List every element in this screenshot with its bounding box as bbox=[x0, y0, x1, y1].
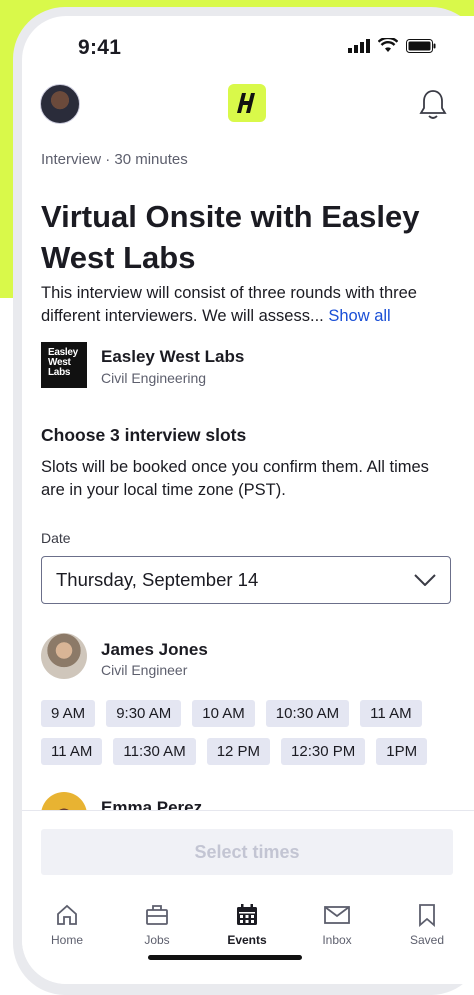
tab-label: Inbox bbox=[322, 933, 352, 947]
bell-icon bbox=[419, 90, 447, 119]
tab-events[interactable]: Events bbox=[202, 903, 292, 947]
company-logo: Easley West Labs bbox=[41, 342, 87, 388]
page-title: Virtual Onsite with Easley West Labs bbox=[41, 199, 420, 275]
chevron-down-icon bbox=[414, 574, 436, 586]
date-label: Date bbox=[41, 530, 71, 546]
slots-heading: Choose 3 interview slots bbox=[41, 425, 247, 445]
app-logo bbox=[228, 84, 266, 122]
briefcase-icon bbox=[146, 905, 168, 925]
tab-jobs[interactable]: Jobs bbox=[112, 903, 202, 947]
profile-avatar[interactable] bbox=[40, 84, 80, 124]
tab-label: Home bbox=[50, 933, 83, 947]
time-slot-chip[interactable]: 11:30 AM bbox=[113, 738, 196, 765]
wifi-icon bbox=[378, 38, 398, 52]
time-slot-chip[interactable]: 10 AM bbox=[192, 700, 255, 727]
time-slot-chip[interactable]: 11 AM bbox=[360, 700, 422, 727]
interviewer-name: James Jones bbox=[101, 640, 208, 659]
time-slot-chip[interactable]: 9 AM bbox=[41, 700, 96, 727]
tab-saved[interactable]: Saved bbox=[382, 903, 472, 947]
tab-bar: Home Jobs Events Inbox Saved bbox=[22, 903, 474, 947]
app-screen: 9:41 Interview · 30 minutes Virtual Onsi… bbox=[22, 16, 474, 984]
battery-icon bbox=[406, 38, 436, 53]
slots-note: Slots will be booked once you confirm th… bbox=[41, 458, 429, 499]
mail-icon bbox=[324, 906, 350, 924]
calendar-icon bbox=[237, 904, 257, 925]
tab-label: Events bbox=[227, 933, 267, 947]
time-slots-row-1: 9 AM 9:30 AM 10 AM 10:30 AM 11 AM bbox=[41, 700, 461, 727]
interview-description: This interview will consist of three rou… bbox=[41, 282, 451, 328]
tab-inbox[interactable]: Inbox bbox=[292, 903, 382, 947]
interviewer-avatar bbox=[41, 633, 87, 679]
company-name: Easley West Labs bbox=[101, 347, 245, 366]
time-slot-chip[interactable]: 10:30 AM bbox=[265, 700, 350, 727]
status-icons bbox=[348, 38, 436, 53]
interview-meta: Interview · 30 minutes bbox=[41, 151, 188, 168]
notifications-button[interactable] bbox=[418, 88, 448, 125]
time-slots-row-2: 11 AM 11:30 AM 12 PM 12:30 PM 1PM bbox=[41, 738, 461, 765]
time-slot-chip[interactable]: 12:30 PM bbox=[281, 738, 366, 765]
signal-icon bbox=[348, 38, 370, 53]
home-icon bbox=[57, 904, 77, 925]
home-indicator[interactable] bbox=[148, 955, 302, 960]
date-value: Thursday, September 14 bbox=[56, 569, 259, 590]
logo-mark-icon bbox=[237, 93, 255, 113]
status-time: 9:41 bbox=[78, 36, 122, 59]
show-all-link[interactable]: Show all bbox=[328, 307, 390, 325]
select-times-button[interactable]: Select times bbox=[41, 829, 453, 875]
tab-label: Jobs bbox=[144, 933, 170, 947]
company-category: Civil Engineering bbox=[101, 370, 207, 386]
time-slot-chip[interactable]: 1PM bbox=[376, 738, 428, 765]
time-slot-chip[interactable]: 11 AM bbox=[41, 738, 103, 765]
bookmark-icon bbox=[419, 904, 435, 927]
interviewer-role: Civil Engineer bbox=[101, 662, 188, 678]
time-slot-chip[interactable]: 12 PM bbox=[206, 738, 271, 765]
date-select[interactable]: Thursday, September 14 bbox=[41, 556, 451, 604]
tab-home[interactable]: Home bbox=[22, 903, 112, 947]
time-slot-chip[interactable]: 9:30 AM bbox=[106, 700, 182, 727]
tab-label: Saved bbox=[409, 933, 445, 947]
